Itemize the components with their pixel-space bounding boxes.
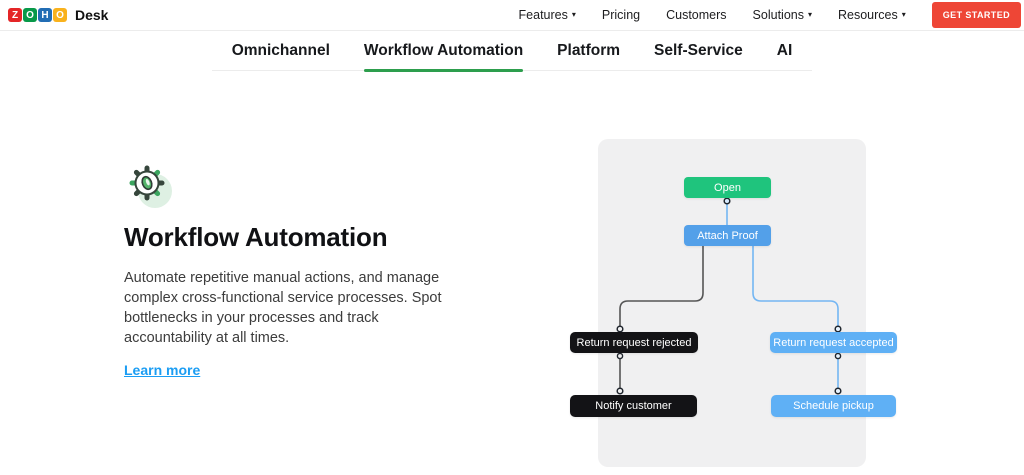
logo-tile-z: Z <box>8 8 22 22</box>
nav-label: Resources <box>838 8 898 22</box>
nav-item-features[interactable]: Features ▾ <box>519 8 576 22</box>
feature-description: Automate repetitive manual actions, and … <box>124 268 449 348</box>
chevron-down-icon: ▾ <box>572 11 576 19</box>
logo-tile-o2: O <box>53 8 67 22</box>
chevron-down-icon: ▾ <box>808 11 812 19</box>
workflow-node-attach-proof[interactable]: Attach Proof <box>684 225 771 246</box>
zoho-desk-page: Z O H O Desk Features ▾ Pricing Customer… <box>0 0 1024 475</box>
nav-label: Solutions <box>753 8 804 22</box>
tab-label: AI <box>777 42 793 59</box>
product-name: Desk <box>75 7 108 23</box>
feature-tabs-row: Omnichannel Workflow Automation Platform… <box>0 31 1024 71</box>
nav-item-solutions[interactable]: Solutions ▾ <box>753 8 812 22</box>
tab-label: Platform <box>557 42 620 59</box>
top-header: Z O H O Desk Features ▾ Pricing Customer… <box>0 0 1024 31</box>
feature-description-block: Workflow Automation Automate repetitive … <box>124 160 454 380</box>
tab-label: Self-Service <box>654 42 743 59</box>
nav-label: Customers <box>666 8 726 22</box>
top-navigation: Features ▾ Pricing Customers Solutions ▾… <box>519 2 1021 28</box>
tab-ai[interactable]: AI <box>777 42 793 70</box>
tab-platform[interactable]: Platform <box>557 42 620 70</box>
learn-more-link[interactable]: Learn more <box>124 362 200 378</box>
get-started-button[interactable]: GET STARTED <box>932 2 1021 28</box>
logo-tile-h: H <box>38 8 52 22</box>
brand-logo[interactable]: Z O H O Desk <box>8 7 108 23</box>
workflow-node-open[interactable]: Open <box>684 177 771 198</box>
tab-workflow-automation[interactable]: Workflow Automation <box>364 42 523 70</box>
workflow-node-return-request-rejected[interactable]: Return request rejected <box>570 332 698 353</box>
tab-self-service[interactable]: Self-Service <box>654 42 743 70</box>
nav-label: Pricing <box>602 8 640 22</box>
gear-icon <box>124 160 176 212</box>
workflow-node-return-request-accepted[interactable]: Return request accepted <box>770 332 897 353</box>
feature-tabs: Omnichannel Workflow Automation Platform… <box>212 31 812 71</box>
page-title: Workflow Automation <box>124 222 454 253</box>
zoho-logo-icon: Z O H O <box>8 8 67 22</box>
tab-omnichannel[interactable]: Omnichannel <box>232 42 330 70</box>
nav-item-resources[interactable]: Resources ▾ <box>838 8 906 22</box>
tab-label: Omnichannel <box>232 42 330 59</box>
active-tab-underline <box>364 69 523 72</box>
tab-label: Workflow Automation <box>364 42 523 59</box>
chevron-down-icon: ▾ <box>902 11 906 19</box>
nav-item-customers[interactable]: Customers <box>666 8 726 22</box>
workflow-node-schedule-pickup[interactable]: Schedule pickup <box>771 395 896 417</box>
nav-label: Features <box>519 8 568 22</box>
logo-tile-o1: O <box>23 8 37 22</box>
workflow-node-notify-customer[interactable]: Notify customer <box>570 395 697 417</box>
nav-item-pricing[interactable]: Pricing <box>602 8 640 22</box>
